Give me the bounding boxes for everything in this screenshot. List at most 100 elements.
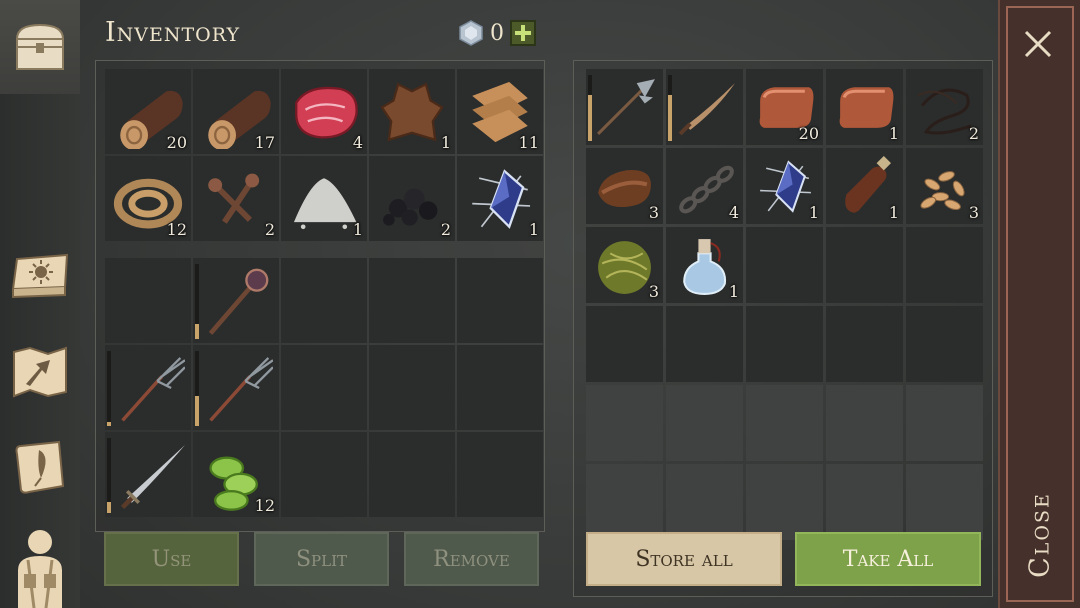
- close-button[interactable]: Close: [1025, 492, 1056, 578]
- empty-slot[interactable]: [369, 432, 455, 517]
- empty-slot[interactable]: [586, 306, 663, 382]
- empty-slot[interactable]: [746, 385, 823, 461]
- durability-fill: [107, 422, 111, 426]
- empty-slot[interactable]: [746, 464, 823, 540]
- durability-bar: [107, 438, 111, 513]
- item-slot[interactable]: 11: [457, 69, 543, 154]
- empty-slot[interactable]: [457, 258, 543, 343]
- item-slot[interactable]: 1: [746, 148, 823, 224]
- item-count: 3: [648, 282, 659, 301]
- plus-icon: [515, 25, 531, 41]
- item-slot[interactable]: 3: [586, 227, 663, 303]
- empty-slot[interactable]: [281, 345, 367, 430]
- remove-button[interactable]: Remove: [404, 532, 539, 586]
- item-slot[interactable]: 3: [586, 148, 663, 224]
- use-button[interactable]: Use: [104, 532, 239, 586]
- empty-slot[interactable]: [586, 464, 663, 540]
- item-count: 4: [352, 133, 363, 152]
- item-count: 2: [968, 124, 979, 143]
- close-panel[interactable]: Close: [998, 0, 1080, 608]
- empty-slot[interactable]: [457, 432, 543, 517]
- character-tab[interactable]: [8, 520, 72, 608]
- durability-fill: [588, 94, 592, 141]
- durability-bar: [195, 264, 199, 339]
- store-all-button[interactable]: Store all: [586, 532, 782, 586]
- equipment-grid: 12: [105, 258, 543, 517]
- energy-crystal-icon: [472, 169, 531, 229]
- raw-meat-icon: [295, 86, 358, 139]
- halberd-icon: [597, 79, 655, 135]
- item-slot[interactable]: 12: [193, 432, 279, 517]
- empty-slot[interactable]: [906, 464, 983, 540]
- empty-slot[interactable]: [369, 258, 455, 343]
- item-slot[interactable]: 1: [826, 148, 903, 224]
- item-slot[interactable]: 3: [906, 148, 983, 224]
- item-count: 20: [798, 124, 819, 143]
- empty-slot[interactable]: [906, 306, 983, 382]
- item-slot[interactable]: [193, 345, 279, 430]
- split-button[interactable]: Split: [254, 532, 389, 586]
- durability-bar: [195, 351, 199, 426]
- add-currency-button[interactable]: [510, 20, 536, 46]
- empty-slot[interactable]: [105, 258, 191, 343]
- item-slot[interactable]: 12: [105, 156, 191, 241]
- salt-pile-icon: [293, 178, 357, 230]
- item-slot[interactable]: [105, 345, 191, 430]
- empty-slot[interactable]: [826, 306, 903, 382]
- durability-bar: [107, 351, 111, 426]
- empty-slot[interactable]: [281, 258, 367, 343]
- item-count: 2: [264, 220, 275, 239]
- item-slot[interactable]: [105, 432, 191, 517]
- empty-slot[interactable]: [666, 464, 743, 540]
- empty-slot[interactable]: [826, 227, 903, 303]
- item-slot[interactable]: [666, 69, 743, 145]
- item-count: 20: [166, 133, 187, 152]
- item-slot[interactable]: 1: [826, 69, 903, 145]
- item-count: 1: [352, 220, 363, 239]
- item-slot[interactable]: 1: [281, 156, 367, 241]
- empty-slot[interactable]: [826, 385, 903, 461]
- empty-slot[interactable]: [666, 385, 743, 461]
- map-tab[interactable]: [8, 340, 72, 404]
- skills-tab[interactable]: [8, 245, 72, 309]
- item-slot[interactable]: 2: [369, 156, 455, 241]
- durability-fill: [195, 324, 199, 339]
- item-count: 17: [254, 133, 275, 152]
- item-count: 12: [166, 220, 187, 239]
- item-slot[interactable]: 2: [193, 156, 279, 241]
- item-count: 12: [254, 496, 275, 515]
- page-title: Inventory: [105, 17, 241, 48]
- empty-slot[interactable]: [586, 385, 663, 461]
- item-slot[interactable]: 1: [369, 69, 455, 154]
- item-slot[interactable]: 20: [105, 69, 191, 154]
- close-icon[interactable]: [1018, 24, 1058, 64]
- empty-slot[interactable]: [666, 306, 743, 382]
- durability-bar: [588, 75, 592, 141]
- item-slot[interactable]: 1: [666, 227, 743, 303]
- item-slot[interactable]: 2: [906, 69, 983, 145]
- empty-slot[interactable]: [746, 306, 823, 382]
- item-slot[interactable]: 17: [193, 69, 279, 154]
- take-all-button[interactable]: Take All: [795, 532, 981, 586]
- empty-slot[interactable]: [369, 345, 455, 430]
- empty-slot[interactable]: [281, 432, 367, 517]
- empty-slot[interactable]: [906, 385, 983, 461]
- pitchfork-icon: [209, 357, 273, 422]
- empty-slot[interactable]: [826, 464, 903, 540]
- item-slot[interactable]: 4: [666, 148, 743, 224]
- item-slot[interactable]: 1: [457, 156, 543, 241]
- item-slot[interactable]: [193, 258, 279, 343]
- item-count: 1: [888, 203, 899, 222]
- empty-slot[interactable]: [746, 227, 823, 303]
- item-slot[interactable]: 4: [281, 69, 367, 154]
- recipes-tab[interactable]: [8, 435, 72, 499]
- item-slot[interactable]: 20: [746, 69, 823, 145]
- item-count: 1: [728, 282, 739, 301]
- item-slot[interactable]: [586, 69, 663, 145]
- chain-icon: [679, 165, 734, 214]
- item-count: 1: [440, 133, 451, 152]
- empty-slot[interactable]: [906, 227, 983, 303]
- chest-tab[interactable]: [0, 0, 80, 94]
- empty-slot[interactable]: [457, 345, 543, 430]
- water-flask-icon: [683, 239, 727, 295]
